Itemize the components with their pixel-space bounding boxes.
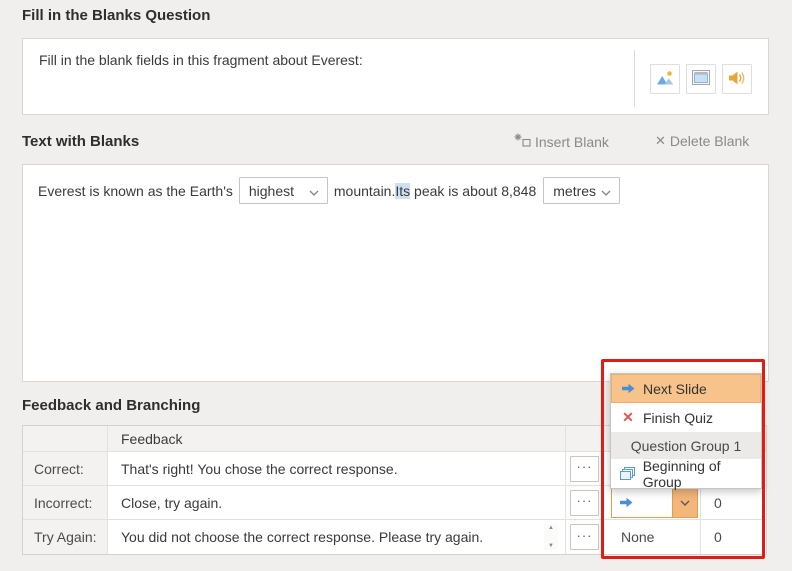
feedback-input-try-again[interactable]: You did not choose the correct response.…: [108, 520, 566, 554]
quiz-editor-screen: Fill in the Blanks Question Fill in the …: [0, 0, 792, 571]
blanks-section-title: Text with Blanks: [22, 133, 140, 150]
menu-item-label: Next Slide: [643, 380, 707, 397]
blank-dropdown-1[interactable]: highest: [238, 177, 328, 204]
divider: [634, 50, 635, 107]
combobox-chevron-button[interactable]: [672, 489, 697, 517]
group-icon: [620, 466, 636, 481]
media-toolbar: [650, 64, 752, 94]
image-icon: [656, 70, 675, 89]
branching-combobox-value: [612, 489, 672, 517]
delete-blank-button[interactable]: ✕ Delete Blank: [655, 133, 749, 149]
row-label-incorrect: Incorrect:: [23, 486, 108, 520]
menu-item-label: Beginning of Group: [642, 457, 721, 490]
blank-dropdown-2-value: metres: [553, 182, 597, 199]
blank-dropdown-2[interactable]: metres: [543, 177, 621, 204]
audio-icon: [728, 70, 746, 89]
sentence-part-2: mountain.: [333, 182, 396, 199]
chevron-down-icon: [309, 183, 319, 199]
feedback-text-try-again: You did not choose the correct response.…: [121, 529, 484, 545]
spinner-down-icon[interactable]: ▼: [548, 542, 554, 550]
insert-blank-icon: [514, 133, 531, 150]
sentence-part-1: Everest is known as the Earth's: [38, 182, 233, 199]
menu-item-beginning-of-group[interactable]: Beginning of Group: [611, 457, 761, 490]
menu-item-label: Finish Quiz: [643, 409, 714, 426]
insert-image-button[interactable]: [650, 64, 680, 94]
feedback-table-header-cell: [566, 426, 604, 452]
chevron-down-icon: [601, 183, 611, 199]
arrow-right-icon: [620, 383, 636, 394]
menu-item-finish-quiz[interactable]: ✕ Finish Quiz: [611, 403, 761, 432]
branching-combobox[interactable]: [611, 488, 698, 518]
branching-cell-incorrect: [604, 486, 701, 520]
sentence-part-3: peak is about 8,848: [410, 182, 537, 199]
delete-blank-icon: ✕: [655, 133, 666, 148]
question-prompt-box[interactable]: Fill in the blank fields in this fragmen…: [22, 38, 769, 115]
feedback-more-cell: ···: [566, 486, 604, 520]
more-options-button-correct[interactable]: ···: [570, 455, 599, 482]
points-cell-incorrect[interactable]: 0: [701, 486, 766, 520]
row-label-correct: Correct:: [23, 452, 108, 486]
menu-item-next-slide[interactable]: Next Slide: [611, 374, 761, 403]
selected-word: Its: [395, 182, 411, 199]
x-icon: ✕: [622, 409, 634, 425]
more-options-button-try-again[interactable]: ···: [570, 524, 599, 550]
feedback-more-cell: ···: [566, 520, 604, 554]
feedback-more-cell: ···: [566, 452, 604, 486]
blanks-sentence: Everest is known as the Earth's highest …: [23, 165, 768, 216]
feedback-section-title: Feedback and Branching: [22, 397, 201, 414]
feedback-table-corner-cell: [23, 426, 108, 452]
feedback-column-header: Feedback: [108, 426, 566, 452]
more-options-button-incorrect[interactable]: ···: [570, 489, 599, 516]
insert-audio-button[interactable]: [722, 64, 752, 94]
insert-slide-button[interactable]: [686, 64, 716, 94]
menu-group-header: Question Group 1: [611, 432, 761, 459]
delete-blank-label: Delete Blank: [669, 133, 750, 149]
branching-cell-try-again[interactable]: None: [604, 520, 701, 554]
question-section-title: Fill in the Blanks Question: [22, 7, 211, 24]
feedback-input-incorrect[interactable]: Close, try again.: [108, 486, 566, 520]
insert-blank-label: Insert Blank: [535, 133, 609, 150]
branching-dropdown-menu: Next Slide ✕ Finish Quiz Question Group …: [610, 373, 762, 490]
feedback-input-correct[interactable]: That's right! You chose the correct resp…: [108, 452, 566, 486]
slide-icon: [692, 70, 710, 88]
insert-blank-button[interactable]: Insert Blank: [514, 133, 609, 150]
arrow-right-icon: [620, 495, 633, 511]
row-label-try-again: Try Again:: [23, 520, 108, 554]
points-cell-try-again[interactable]: 0: [701, 520, 766, 554]
blank-dropdown-1-value: highest: [248, 182, 295, 199]
spinner-up-icon[interactable]: ▲: [548, 524, 554, 532]
attempts-stepper[interactable]: ▲ ▼: [544, 524, 558, 550]
text-with-blanks-editor[interactable]: Everest is known as the Earth's highest …: [22, 164, 769, 382]
